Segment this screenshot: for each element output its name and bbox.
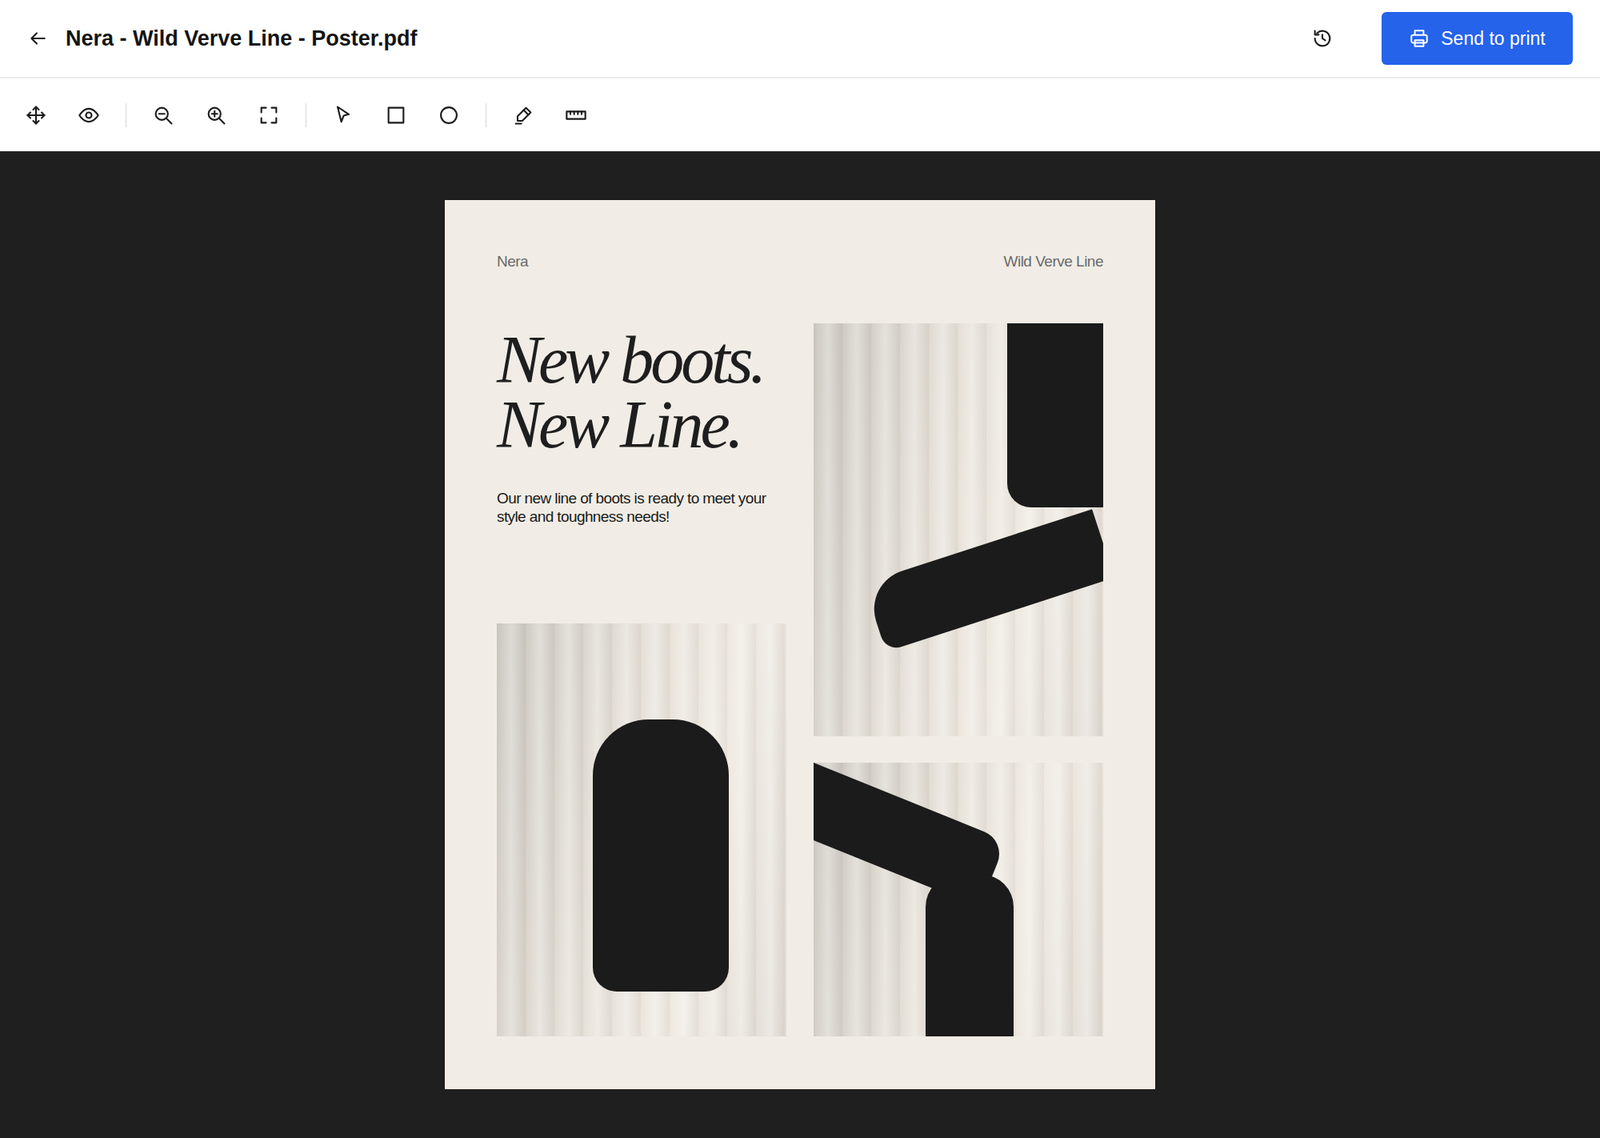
printer-icon — [1408, 28, 1430, 49]
move-tool[interactable] — [20, 99, 52, 132]
document-title: Nera - Wild Verve Line - Poster.pdf — [65, 26, 417, 52]
toolbar-divider — [305, 103, 307, 128]
history-icon — [1311, 27, 1334, 50]
pointer-tool[interactable] — [327, 99, 360, 132]
poster-page: Nera Wild Verve Line New boots.New Line. Ou… — [444, 200, 1156, 1089]
zoom-in-icon — [204, 104, 228, 127]
model-figure — [592, 719, 729, 992]
fullscreen-icon — [257, 104, 280, 127]
line-label: Wild Verve Line — [1003, 252, 1104, 271]
hand-boot-photo — [813, 762, 1104, 1036]
leg-figure — [925, 874, 1014, 1036]
headline-line: New Line. — [496, 392, 787, 458]
header-bar: Nera - Wild Verve Line - Poster.pdf Send … — [0, 0, 1600, 79]
history-button[interactable] — [1308, 24, 1337, 53]
text-column: New boots.New Line. Our new line of boots… — [496, 323, 787, 1036]
body-text: Our new line of boots is ready to meet y… — [496, 488, 787, 526]
rectangle-icon — [384, 104, 408, 127]
poster-content: New boots.New Line. Our new line of boots… — [496, 323, 1104, 1036]
ruler-tool[interactable] — [560, 99, 592, 132]
rectangle-tool[interactable] — [380, 99, 412, 132]
back-button[interactable] — [24, 24, 52, 52]
move-icon — [24, 104, 48, 127]
circle-icon — [437, 104, 460, 127]
brand-label: Nera — [496, 252, 528, 271]
pen-tool[interactable] — [507, 99, 540, 132]
toolbar-divider — [125, 103, 127, 128]
headline: New boots.New Line. — [496, 328, 787, 457]
poster-header: Nera Wild Verve Line — [496, 252, 1104, 271]
jacket-figure — [1007, 323, 1104, 508]
send-to-print-label: Send to print — [1440, 28, 1545, 50]
eye-tool[interactable] — [72, 99, 105, 132]
pdf-viewer: Nera - Wild Verve Line - Poster.pdf Send … — [0, 0, 1600, 1138]
arrow-left-icon — [27, 28, 48, 49]
fullscreen-tool[interactable] — [252, 99, 285, 132]
headline-line: New boots. — [496, 328, 787, 393]
ruler-icon — [564, 104, 588, 127]
photo-column — [813, 323, 1104, 1036]
zoom-out-tool[interactable] — [147, 99, 180, 132]
zoom-out-icon — [152, 104, 175, 127]
toolbar-divider — [485, 103, 487, 128]
zoom-in-tool[interactable] — [200, 99, 232, 132]
eye-icon — [77, 104, 100, 127]
pointer-icon — [332, 104, 355, 127]
circle-tool[interactable] — [432, 99, 465, 132]
boot-closeup-photo — [813, 323, 1104, 736]
pen-icon — [512, 104, 535, 127]
seated-model-photo — [496, 623, 787, 1036]
send-to-print-button[interactable]: Send to print — [1381, 12, 1573, 65]
toolbar — [0, 78, 1600, 152]
document-canvas: Nera Wild Verve Line New boots.New Line. Ou… — [0, 151, 1600, 1138]
